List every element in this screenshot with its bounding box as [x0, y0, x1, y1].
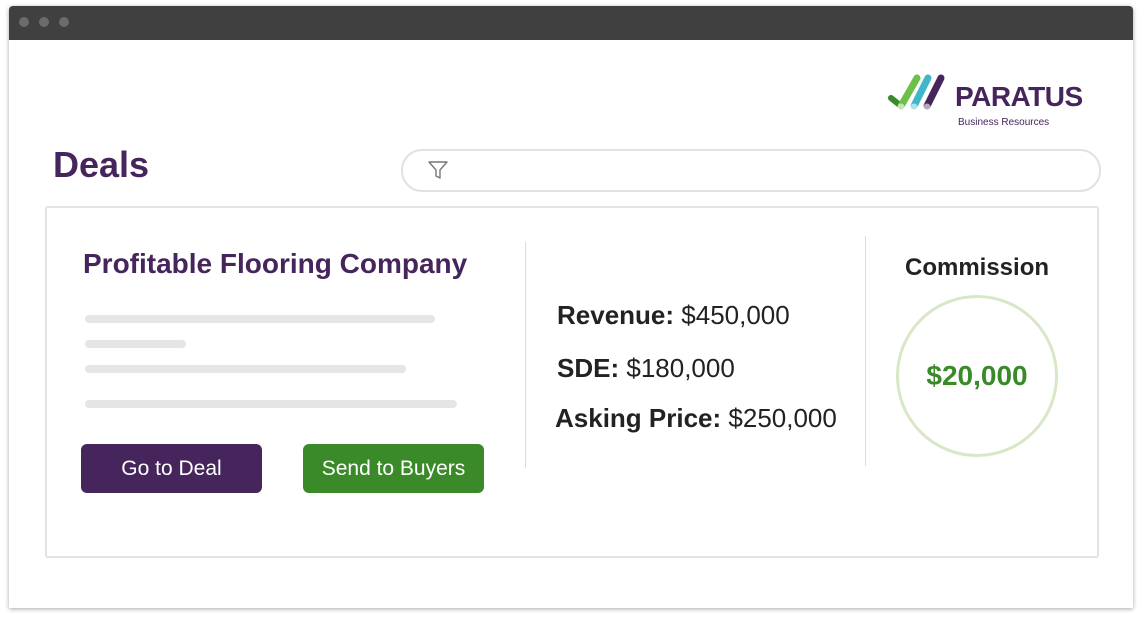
search-input[interactable] — [459, 157, 1083, 185]
description-placeholder-line — [85, 315, 435, 323]
browser-window: PARATUS Business Resources Deals Profita… — [9, 6, 1133, 608]
stat-value: $180,000 — [626, 353, 735, 383]
column-divider — [525, 242, 526, 468]
window-titlebar — [9, 6, 1133, 40]
brand-name: PARATUS — [955, 81, 1083, 112]
stat-value: $250,000 — [728, 403, 837, 433]
window-maximize-dot[interactable] — [59, 17, 69, 27]
stat-sde: SDE: $180,000 — [557, 353, 735, 384]
search-bar[interactable] — [401, 149, 1101, 192]
deal-card: Profitable Flooring Company Go to Deal S… — [45, 206, 1099, 558]
go-to-deal-button[interactable]: Go to Deal — [81, 444, 262, 493]
commission-badge: $20,000 — [896, 295, 1058, 457]
brand-logo[interactable]: PARATUS Business Resources — [887, 68, 1087, 128]
window-close-dot[interactable] — [19, 17, 29, 27]
description-placeholder-line — [85, 340, 186, 348]
stat-asking-price: Asking Price: $250,000 — [555, 403, 837, 434]
description-placeholder-line — [85, 400, 457, 408]
check-stripes-logo-icon — [888, 74, 945, 111]
page-title: Deals — [53, 144, 150, 185]
brand-tagline: Business Resources — [958, 117, 1050, 128]
stat-label: SDE: — [557, 353, 620, 383]
description-placeholder-line — [85, 365, 406, 373]
commission-label: Commission — [904, 254, 1050, 281]
filter-icon[interactable] — [427, 159, 449, 181]
stat-label: Asking Price: — [555, 403, 722, 433]
column-divider — [865, 236, 866, 466]
stat-revenue: Revenue: $450,000 — [557, 300, 790, 331]
send-to-buyers-button[interactable]: Send to Buyers — [303, 444, 484, 493]
window-minimize-dot[interactable] — [39, 17, 49, 27]
stat-label: Revenue: — [557, 300, 675, 330]
deal-title[interactable]: Profitable Flooring Company — [83, 248, 467, 280]
stat-value: $450,000 — [681, 300, 790, 330]
